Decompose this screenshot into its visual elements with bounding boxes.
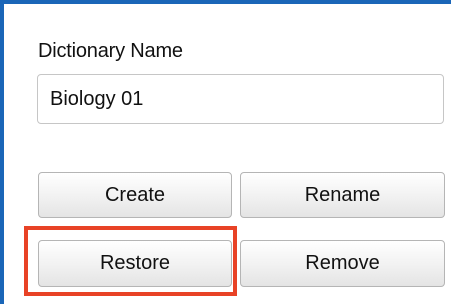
dictionary-name-label: Dictionary Name (38, 40, 183, 62)
dictionary-panel: Dictionary Name Create Rename Restore Re… (0, 0, 451, 304)
remove-button[interactable]: Remove (240, 240, 445, 287)
restore-button[interactable]: Restore (38, 240, 232, 287)
dictionary-name-input[interactable] (37, 74, 444, 124)
create-button[interactable]: Create (38, 172, 232, 218)
rename-button[interactable]: Rename (240, 172, 445, 218)
